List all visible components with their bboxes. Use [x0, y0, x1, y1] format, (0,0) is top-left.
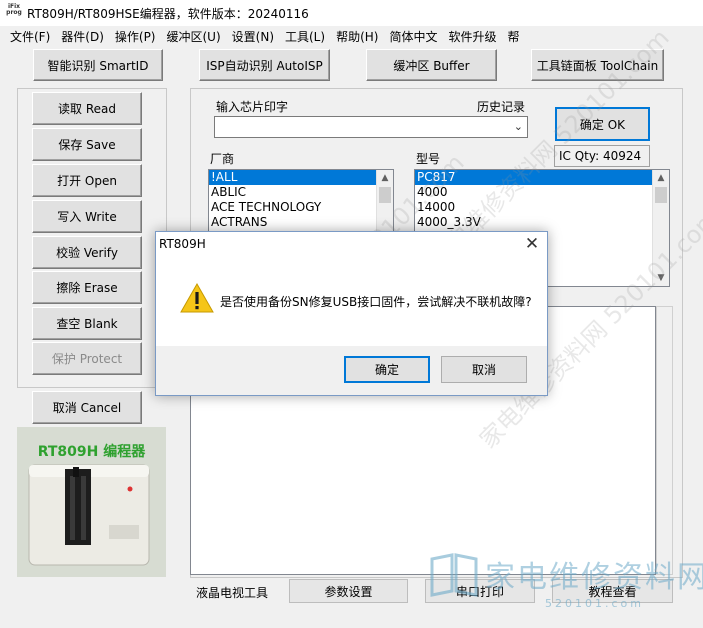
- watermark-logo-icon: [430, 553, 478, 597]
- model-item[interactable]: PC817: [415, 170, 653, 185]
- scroll-thumb[interactable]: [655, 187, 667, 203]
- protect-button[interactable]: 保护 Protect: [32, 342, 142, 375]
- menu-operation[interactable]: 操作(P): [111, 28, 163, 45]
- scroll-up-icon[interactable]: ▲: [377, 170, 393, 186]
- chip-input-label: 输入芯片印字: [216, 100, 289, 114]
- erase-button[interactable]: 擦除 Erase: [32, 271, 142, 304]
- watermark-logo-url: 520101.com: [545, 597, 644, 610]
- warning-icon: [180, 283, 214, 313]
- menu-file[interactable]: 文件(F): [6, 28, 57, 45]
- close-icon[interactable]: ✕: [521, 233, 543, 255]
- buffer-button[interactable]: 缓冲区 Buffer: [366, 49, 497, 81]
- menu-tools[interactable]: 工具(L): [281, 28, 332, 45]
- chip-search-combo[interactable]: ⌄: [214, 116, 528, 138]
- vendor-item[interactable]: ACTRANS: [209, 215, 393, 230]
- confirm-ok-button[interactable]: 确定 OK: [555, 107, 650, 141]
- smart-id-button[interactable]: 智能识别 SmartID: [33, 49, 163, 81]
- scroll-thumb[interactable]: [379, 187, 391, 203]
- menu-help[interactable]: 帮助(H): [332, 28, 385, 45]
- model-label: 型号: [416, 152, 441, 166]
- dialog-ok-button[interactable]: 确定: [344, 356, 430, 383]
- vendor-item[interactable]: ABLIC: [209, 185, 393, 200]
- model-item[interactable]: 4000_3.3V: [415, 215, 669, 230]
- tab-params[interactable]: 参数设置: [289, 579, 408, 603]
- read-button[interactable]: 读取 Read: [32, 92, 142, 125]
- save-button[interactable]: 保存 Save: [32, 128, 142, 161]
- auto-isp-button[interactable]: ISP自动识别 AutoISP: [199, 49, 330, 81]
- menu-bar: 文件(F) 器件(D) 操作(P) 缓冲区(U) 设置(N) 工具(L) 帮助(…: [0, 26, 703, 46]
- vendor-label: 厂商: [210, 152, 235, 166]
- app-icon: iFix prog: [6, 3, 22, 16]
- vendor-list[interactable]: !ALL ABLIC ACE TECHNOLOGY ACTRANS ▲: [208, 169, 394, 232]
- open-button[interactable]: 打开 Open: [32, 164, 142, 197]
- chevron-down-icon[interactable]: ⌄: [514, 120, 523, 133]
- scroll-up-icon[interactable]: ▲: [653, 170, 669, 186]
- dialog-message: 是否使用备份SN修复USB接口固件，尝试解决不联机故障?: [220, 295, 532, 309]
- dialog-cancel-button[interactable]: 取消: [441, 356, 527, 383]
- write-button[interactable]: 写入 Write: [32, 200, 142, 233]
- menu-help-extra[interactable]: 帮: [503, 28, 526, 45]
- vendor-item[interactable]: ACE TECHNOLOGY: [209, 200, 393, 215]
- ic-quantity-readout: IC Qty: 40924: [554, 145, 650, 167]
- verify-button[interactable]: 校验 Verify: [32, 236, 142, 269]
- menu-upgrade[interactable]: 软件升级: [444, 28, 503, 45]
- menu-settings[interactable]: 设置(N): [228, 28, 281, 45]
- tab-lcd-tools[interactable]: 液晶电视工具: [196, 581, 268, 605]
- menu-language[interactable]: 简体中文: [385, 28, 444, 45]
- watermark-logo-text: 家电维修资料网: [485, 560, 703, 595]
- menu-device[interactable]: 器件(D): [57, 28, 111, 45]
- toolchain-button[interactable]: 工具链面板 ToolChain: [531, 49, 664, 81]
- history-label: 历史记录: [477, 100, 526, 114]
- model-scrollbar[interactable]: ▲ ▼: [652, 170, 669, 286]
- model-item[interactable]: 4000: [415, 185, 669, 200]
- dialog-footer: 确定 取消: [156, 346, 547, 395]
- confirm-dialog: RT809H ✕ 是否使用备份SN修复USB接口固件，尝试解决不联机故障? 确定…: [155, 231, 548, 396]
- title-bar: iFix prog RT809H/RT809HSE编程器，软件版本：202401…: [0, 0, 703, 26]
- vendor-item[interactable]: !ALL: [209, 170, 377, 185]
- vendor-scrollbar[interactable]: ▲: [376, 170, 393, 231]
- cancel-operation-button[interactable]: 取消 Cancel: [32, 391, 142, 424]
- window-title: RT809H/RT809HSE编程器，软件版本：20240116: [27, 7, 309, 21]
- menu-buffer[interactable]: 缓冲区(U): [163, 28, 228, 45]
- programmer-device-icon: [28, 464, 150, 566]
- dialog-title: RT809H: [159, 237, 206, 251]
- blank-check-button[interactable]: 查空 Blank: [32, 307, 142, 340]
- programmer-image: RT809H 编程器: [17, 427, 166, 577]
- scroll-down-icon[interactable]: ▼: [653, 270, 669, 286]
- model-item[interactable]: 14000: [415, 200, 669, 215]
- log-scrollbar[interactable]: [656, 306, 673, 575]
